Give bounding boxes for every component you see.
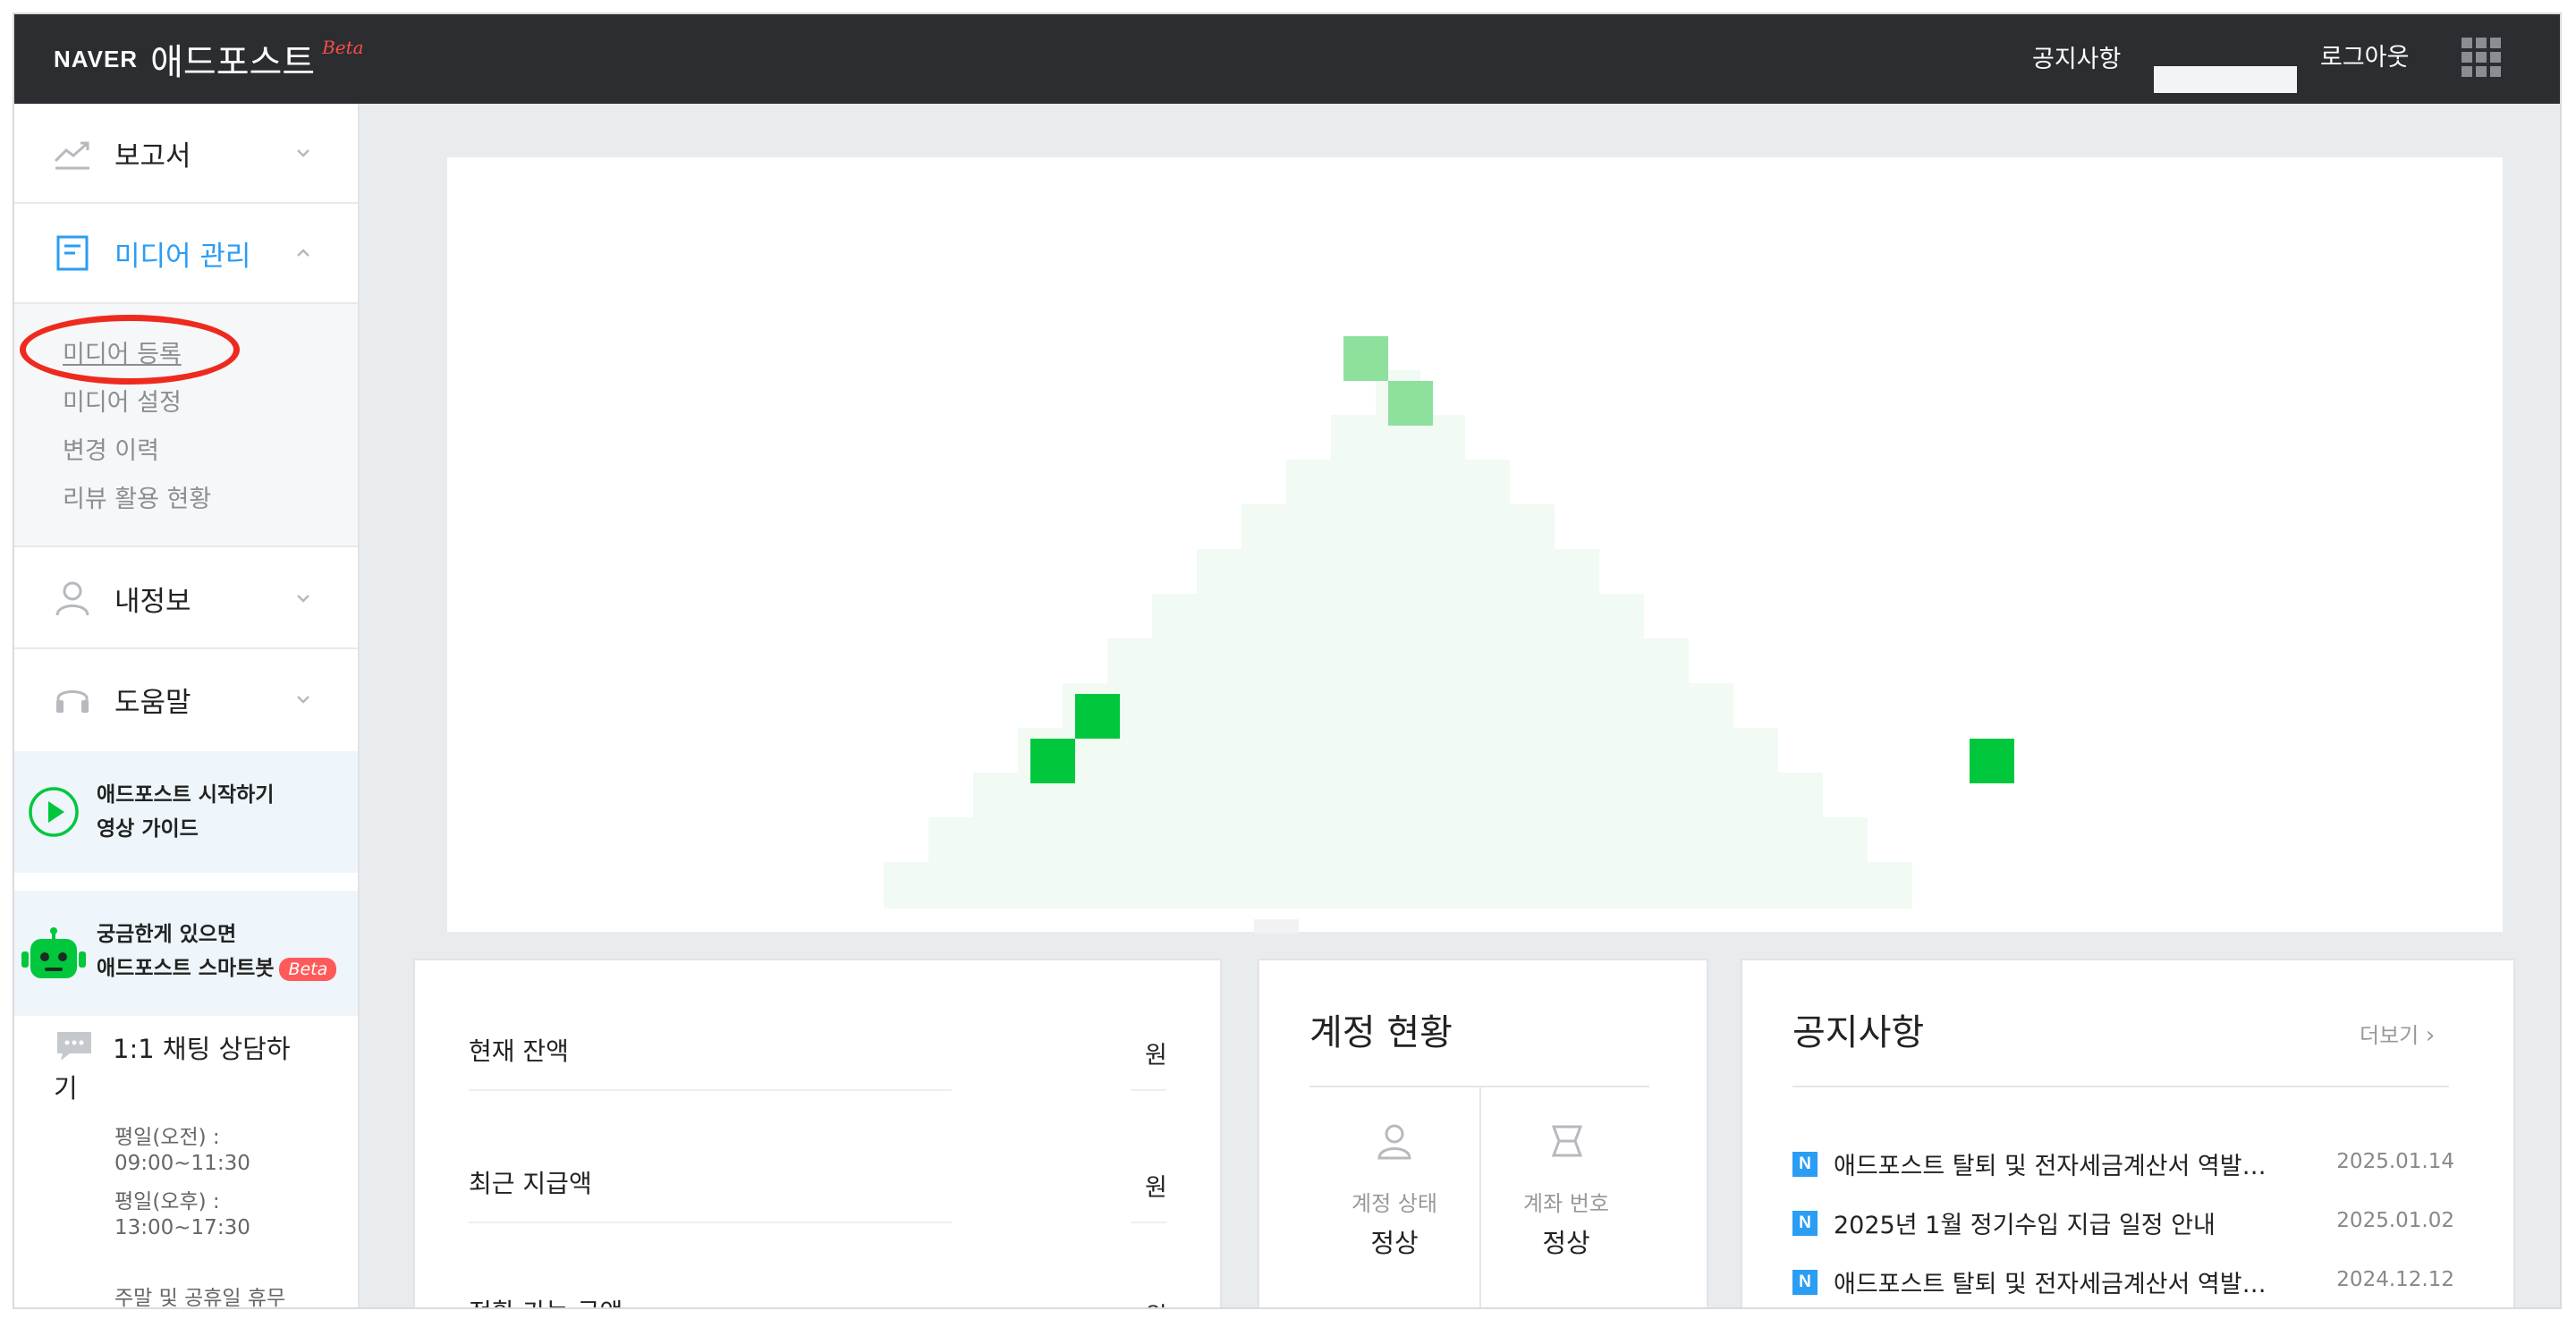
smartbot-text: 궁금한게 있으면 애드포스트 스마트봇 Beta (97, 917, 337, 985)
hero-banner (447, 157, 2503, 932)
smartbot-line-2-wrap: 애드포스트 스마트봇 Beta (97, 951, 337, 985)
naver-logo: NAVER (54, 45, 139, 72)
chat-bubble-icon (57, 1032, 91, 1061)
new-badge-icon: N (1792, 1152, 1818, 1177)
smartbot-line-1: 궁금한게 있으면 (97, 923, 237, 946)
beta-mark: Beta (322, 37, 364, 58)
chat-hours-morning: 09:00~11:30 (114, 1152, 250, 1175)
bank-account-value: 정상 (1542, 1228, 1590, 1258)
bank-account-item[interactable]: 계좌 번호 정상 (1481, 1121, 1651, 1260)
notice-more-link[interactable]: 더보기 › (2360, 1018, 2435, 1049)
chart-line-icon (54, 141, 89, 170)
balance-card: 현재 잔액 원 최근 지급액 원 전환 가능 금액 원 (413, 959, 1222, 1307)
current-balance-unit: 원 (1145, 1042, 1167, 1070)
account-status-title: 계정 현황 (1309, 1012, 1453, 1053)
video-guide-text: 애드포스트 시작하기 영상 가이드 (97, 778, 274, 846)
chevron-down-icon (297, 696, 309, 704)
pixel-mountain-illustration (884, 336, 2014, 909)
notice-item-date: 2025.01.14 (2336, 1150, 2454, 1173)
headset-icon (56, 690, 89, 713)
sidebar-item-label: 도움말 (114, 686, 191, 719)
new-badge-icon: N (1792, 1270, 1818, 1295)
video-guide-banner[interactable]: 애드포스트 시작하기 영상 가이드 (14, 751, 358, 873)
submenu-change-history[interactable]: 변경 이력 (63, 431, 159, 466)
sidebar-item-media-management[interactable]: 미디어 관리 (14, 204, 358, 304)
notice-card: 공지사항 더보기 › N 애드포스트 탈퇴 및 전자세금계산서 역발… 2025… (1741, 959, 2515, 1307)
play-circle-icon (29, 787, 79, 837)
chevron-up-icon (297, 249, 309, 257)
video-guide-line-1: 애드포스트 시작하기 (97, 783, 275, 807)
top-bar: NAVER 애드포스트 Beta 공지사항 로그아웃 (14, 14, 2560, 104)
notice-item-date: 2025.01.02 (2336, 1209, 2454, 1232)
notice-divider (1792, 1086, 2449, 1087)
apps-grid-icon[interactable] (2462, 38, 2501, 77)
chevron-right-icon: › (2425, 1022, 2436, 1049)
account-status-label: 계정 상태 (1352, 1191, 1437, 1216)
chat-consult-link-wrap[interactable]: 기 (54, 1068, 78, 1105)
more-label: 더보기 (2360, 1023, 2419, 1048)
annotation-red-circle (20, 315, 240, 385)
recent-payout-unit: 원 (1145, 1174, 1167, 1202)
submenu-media-settings[interactable]: 미디어 설정 (63, 383, 182, 418)
user-name-box[interactable] (2154, 66, 2297, 93)
sidebar-item-label: 내정보 (114, 585, 191, 618)
account-status-value: 정상 (1370, 1228, 1419, 1258)
bank-book-icon (1551, 1125, 1583, 1157)
chat-hours-afternoon: 13:00~17:30 (114, 1216, 250, 1239)
notice-item[interactable]: N 애드포스트 탈퇴 및 전자세금계산서 역발… 2025.01.14 (1792, 1146, 2454, 1182)
sidebar-item-help[interactable]: 도움말 (14, 649, 358, 749)
sidebar-item-reports[interactable]: 보고서 (14, 104, 358, 204)
balance-unit-divider (1131, 1222, 1166, 1223)
document-icon (56, 235, 89, 271)
balance-row-divider (469, 1093, 952, 1223)
submenu-review-usage[interactable]: 리뷰 활용 현황 (63, 479, 211, 514)
app-frame: NAVER 애드포스트 Beta 공지사항 로그아웃 보고서 미디어 관리 미디… (13, 13, 2562, 1309)
balance-row-divider (469, 960, 952, 1091)
logout-link[interactable]: 로그아웃 (2320, 38, 2409, 72)
notice-item-title: 애드포스트 탈퇴 및 전자세금계산서 역발… (1834, 1153, 2267, 1180)
account-status-card: 계정 현황 계정 상태 정상 계좌 번호 정상 (1258, 959, 1708, 1307)
notice-item-title: 2025년 1월 정기수입 지급 일정 안내 (1834, 1212, 2216, 1239)
notice-item-date: 2024.12.12 (2336, 1268, 2454, 1291)
robot-icon (21, 927, 86, 978)
new-badge-icon: N (1792, 1211, 1818, 1236)
chat-consult-link[interactable]: 1:1 채팅 상담하 (113, 1028, 291, 1066)
hero-pagination-tab[interactable] (1254, 919, 1299, 934)
chevron-down-icon (297, 149, 309, 157)
chevron-down-icon (297, 595, 309, 603)
sidebar-item-label: 미디어 관리 (114, 240, 251, 273)
balance-unit-divider (1131, 1089, 1166, 1091)
notice-item-title: 애드포스트 탈퇴 및 전자세금계산서 역발… (1834, 1271, 2267, 1298)
notice-item[interactable]: N 애드포스트 탈퇴 및 전자세금계산서 역발… 2024.12.12 (1792, 1264, 2454, 1300)
notice-title: 공지사항 (1792, 1012, 1925, 1053)
sidebar-item-label: 보고서 (114, 140, 191, 173)
notice-item[interactable]: N 2025년 1월 정기수입 지급 일정 안내 2025.01.02 (1792, 1205, 2454, 1241)
chat-hours-afternoon-label: 평일(오후) : (114, 1190, 220, 1213)
video-guide-line-2: 영상 가이드 (97, 817, 199, 841)
person-icon (55, 581, 89, 616)
convertible-amount-label: 전환 가능 금액 (469, 1293, 623, 1307)
sidebar: 보고서 미디어 관리 미디어 등록 미디어 설정 변경 이력 리뷰 활용 현황 (14, 104, 360, 1309)
convertible-amount-unit: 원 (1145, 1297, 1167, 1307)
service-name: 애드포스트 (150, 42, 316, 83)
account-status-item[interactable]: 계정 상태 정상 (1309, 1121, 1479, 1260)
chat-holiday-notice: 주말 및 공휴일 휴무 (114, 1287, 286, 1309)
beta-badge: Beta (279, 957, 337, 981)
brand-logo[interactable]: NAVER 애드포스트 Beta (54, 32, 364, 86)
nav-notice-link[interactable]: 공지사항 (2032, 39, 2121, 74)
chat-hours-morning-label: 평일(오전) : (114, 1126, 220, 1149)
person-icon (1377, 1124, 1411, 1160)
smartbot-line-2: 애드포스트 스마트봇 (97, 957, 275, 980)
smartbot-banner[interactable]: 궁금한게 있으면 애드포스트 스마트봇 Beta (14, 891, 358, 1016)
bank-account-label: 계좌 번호 (1523, 1191, 1609, 1216)
sidebar-item-my-info[interactable]: 내정보 (14, 549, 358, 649)
